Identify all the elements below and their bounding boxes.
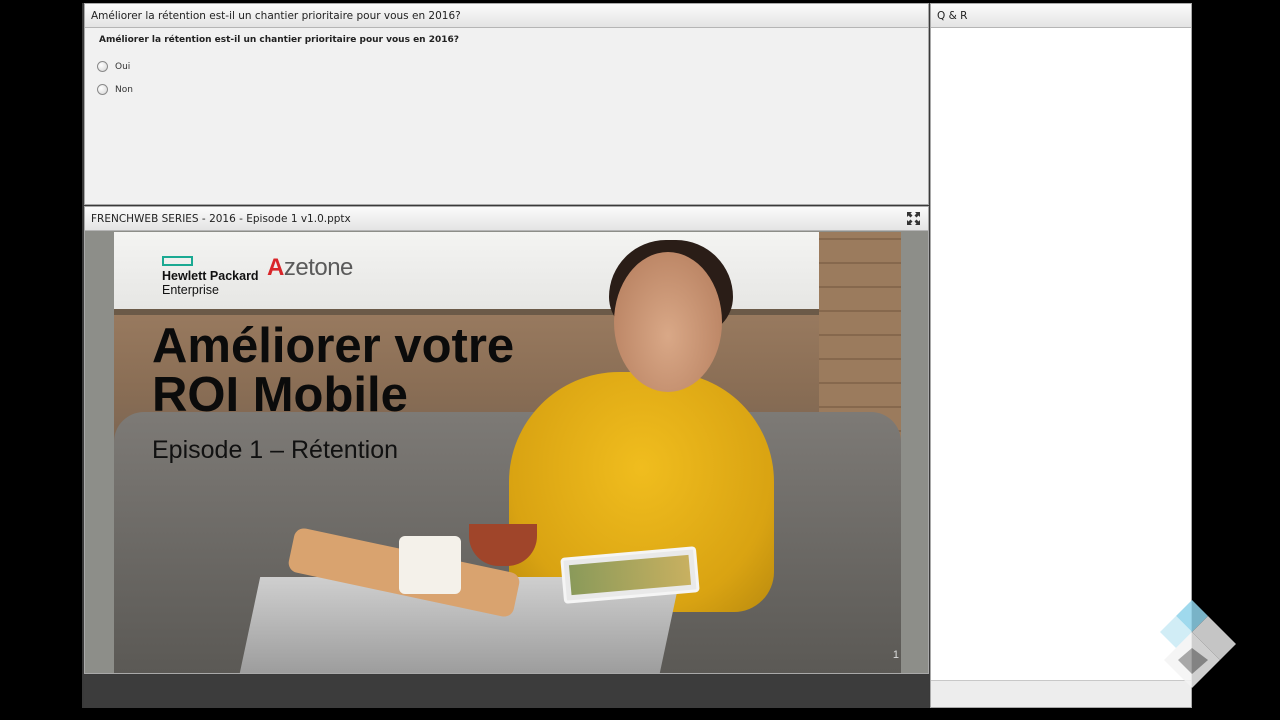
presentation-slide: Hewlett Packard Enterprise Azetone Améli… <box>114 232 901 673</box>
slide-photo-face <box>614 252 722 392</box>
poll-option-non[interactable]: Non <box>97 84 133 95</box>
poll-pod: Améliorer la rétention est-il un chantie… <box>84 3 929 205</box>
poll-option-label: Oui <box>115 61 131 72</box>
slide-subtitle: Episode 1 – Rétention <box>152 436 399 464</box>
fullscreen-icon[interactable] <box>907 212 920 225</box>
slide-title: Améliorer votre ROI Mobile <box>152 319 515 422</box>
poll-question: Améliorer la rétention est-il un chantie… <box>99 35 459 45</box>
poll-option-label: Non <box>115 84 133 95</box>
share-pod-header: FRENCHWEB SERIES - 2016 - Episode 1 v1.0… <box>85 207 928 231</box>
radio-button[interactable] <box>97 84 108 95</box>
share-pod: FRENCHWEB SERIES - 2016 - Episode 1 v1.0… <box>84 206 929 674</box>
hpe-logo-line1: Hewlett Packard <box>162 269 259 283</box>
slide-photo-cheese <box>399 536 461 594</box>
radio-button[interactable] <box>97 61 108 72</box>
slide-page-number: 1 <box>892 649 899 661</box>
azetone-logo: Azetone <box>267 254 353 281</box>
poll-pod-header: Améliorer la rétention est-il un chantie… <box>85 4 928 28</box>
hpe-logo: Hewlett Packard Enterprise <box>162 256 259 297</box>
connect-meeting-window: Améliorer la rétention est-il un chantie… <box>82 3 1192 708</box>
frenchweb-logo-icon <box>1160 600 1236 688</box>
poll-option-oui[interactable]: Oui <box>97 61 130 72</box>
hpe-logo-mark <box>162 256 193 266</box>
bottom-bar <box>84 675 929 708</box>
share-pod-title: FRENCHWEB SERIES - 2016 - Episode 1 v1.0… <box>91 213 351 225</box>
qa-pod-header: Q & R <box>931 4 1191 28</box>
hpe-logo-line2: Enterprise <box>162 283 219 297</box>
